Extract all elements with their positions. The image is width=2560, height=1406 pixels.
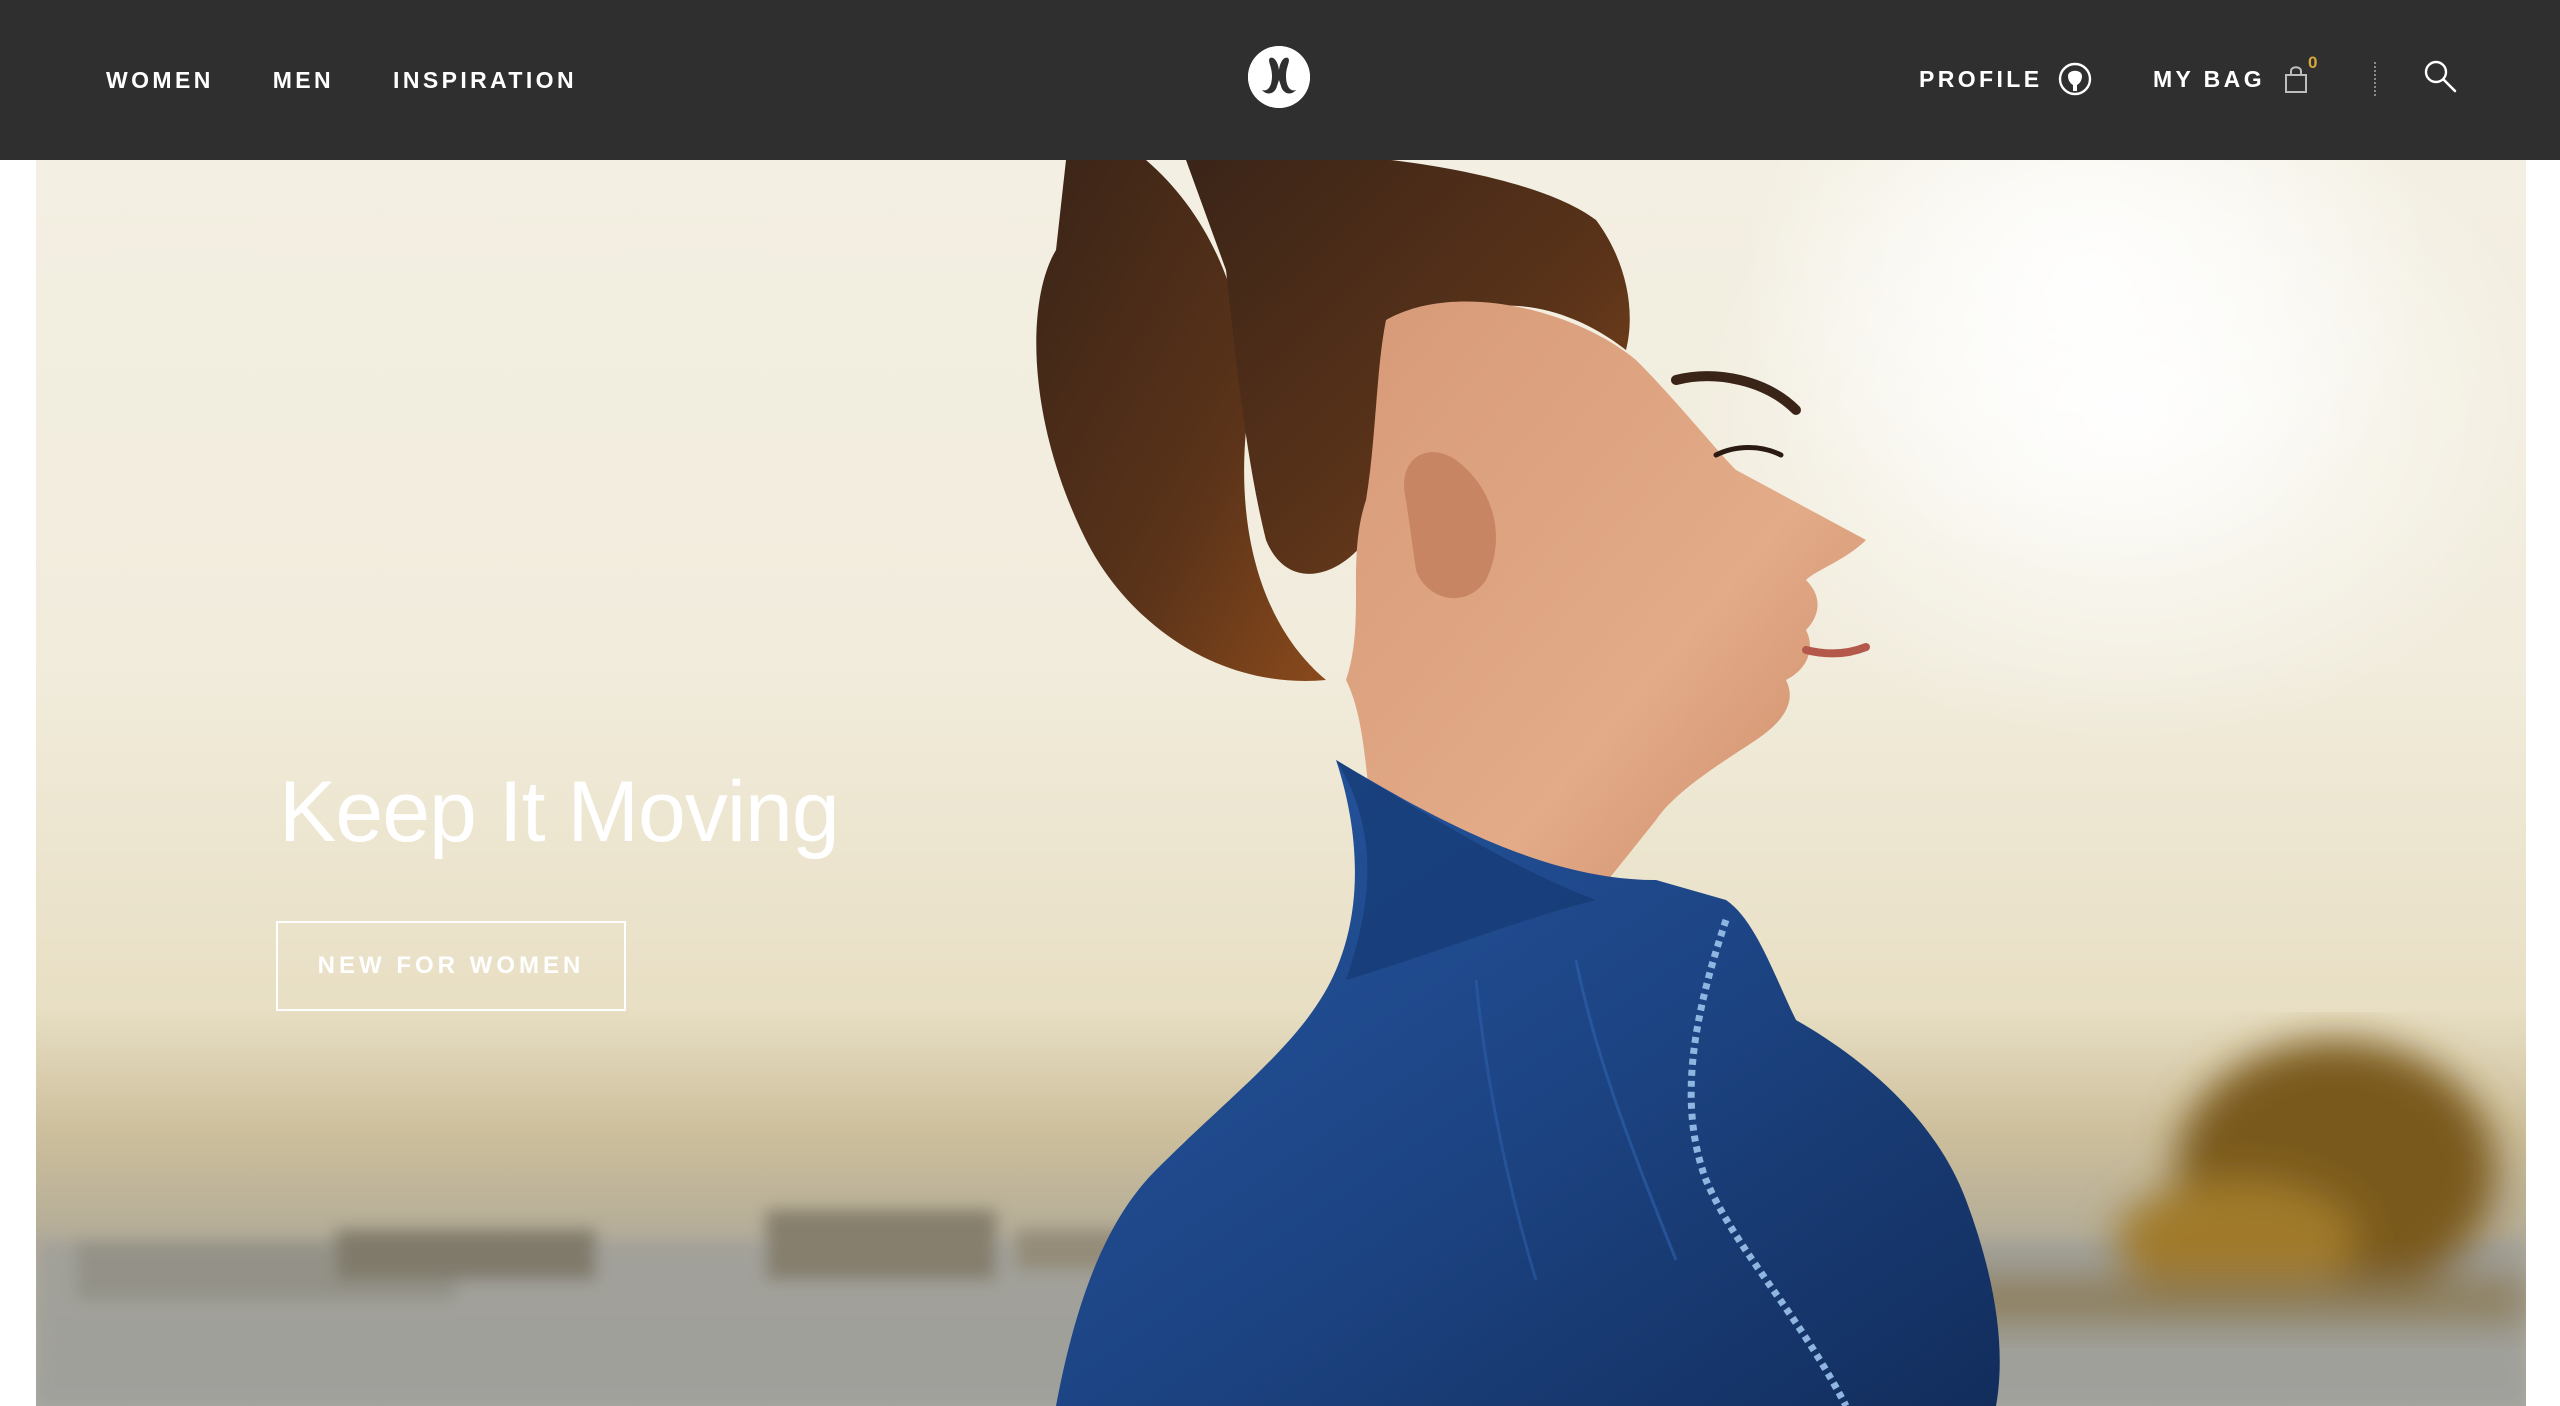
my-bag-button[interactable]: MY BAG 0 <box>2153 53 2317 102</box>
nav-men[interactable]: MEN <box>273 67 334 94</box>
bag-label: MY BAG <box>2153 65 2265 92</box>
header-divider <box>2374 62 2376 96</box>
page: WOMEN MEN INSPIRATION PROFILE MY BAG 0 K… <box>0 0 2560 1406</box>
profile-button[interactable]: PROFILE <box>1919 56 2092 102</box>
search-icon[interactable] <box>2422 58 2458 94</box>
bag-count-badge: 0 <box>2308 53 2318 72</box>
shopping-bag-icon <box>2283 64 2309 94</box>
nav-women[interactable]: WOMEN <box>106 67 214 94</box>
profile-label: PROFILE <box>1919 65 2043 92</box>
primary-nav: WOMEN MEN INSPIRATION <box>106 0 636 160</box>
new-for-women-button[interactable]: NEW FOR WOMEN <box>276 921 626 1011</box>
user-circle-icon <box>2058 62 2092 96</box>
lululemon-logo-icon[interactable] <box>1248 46 1310 108</box>
top-navigation-bar: WOMEN MEN INSPIRATION PROFILE MY BAG 0 <box>0 0 2560 160</box>
nav-inspiration[interactable]: INSPIRATION <box>393 67 577 94</box>
hero-banner: Keep It Moving NEW FOR WOMEN <box>36 160 2526 1406</box>
hero-title: Keep It Moving <box>279 764 840 860</box>
